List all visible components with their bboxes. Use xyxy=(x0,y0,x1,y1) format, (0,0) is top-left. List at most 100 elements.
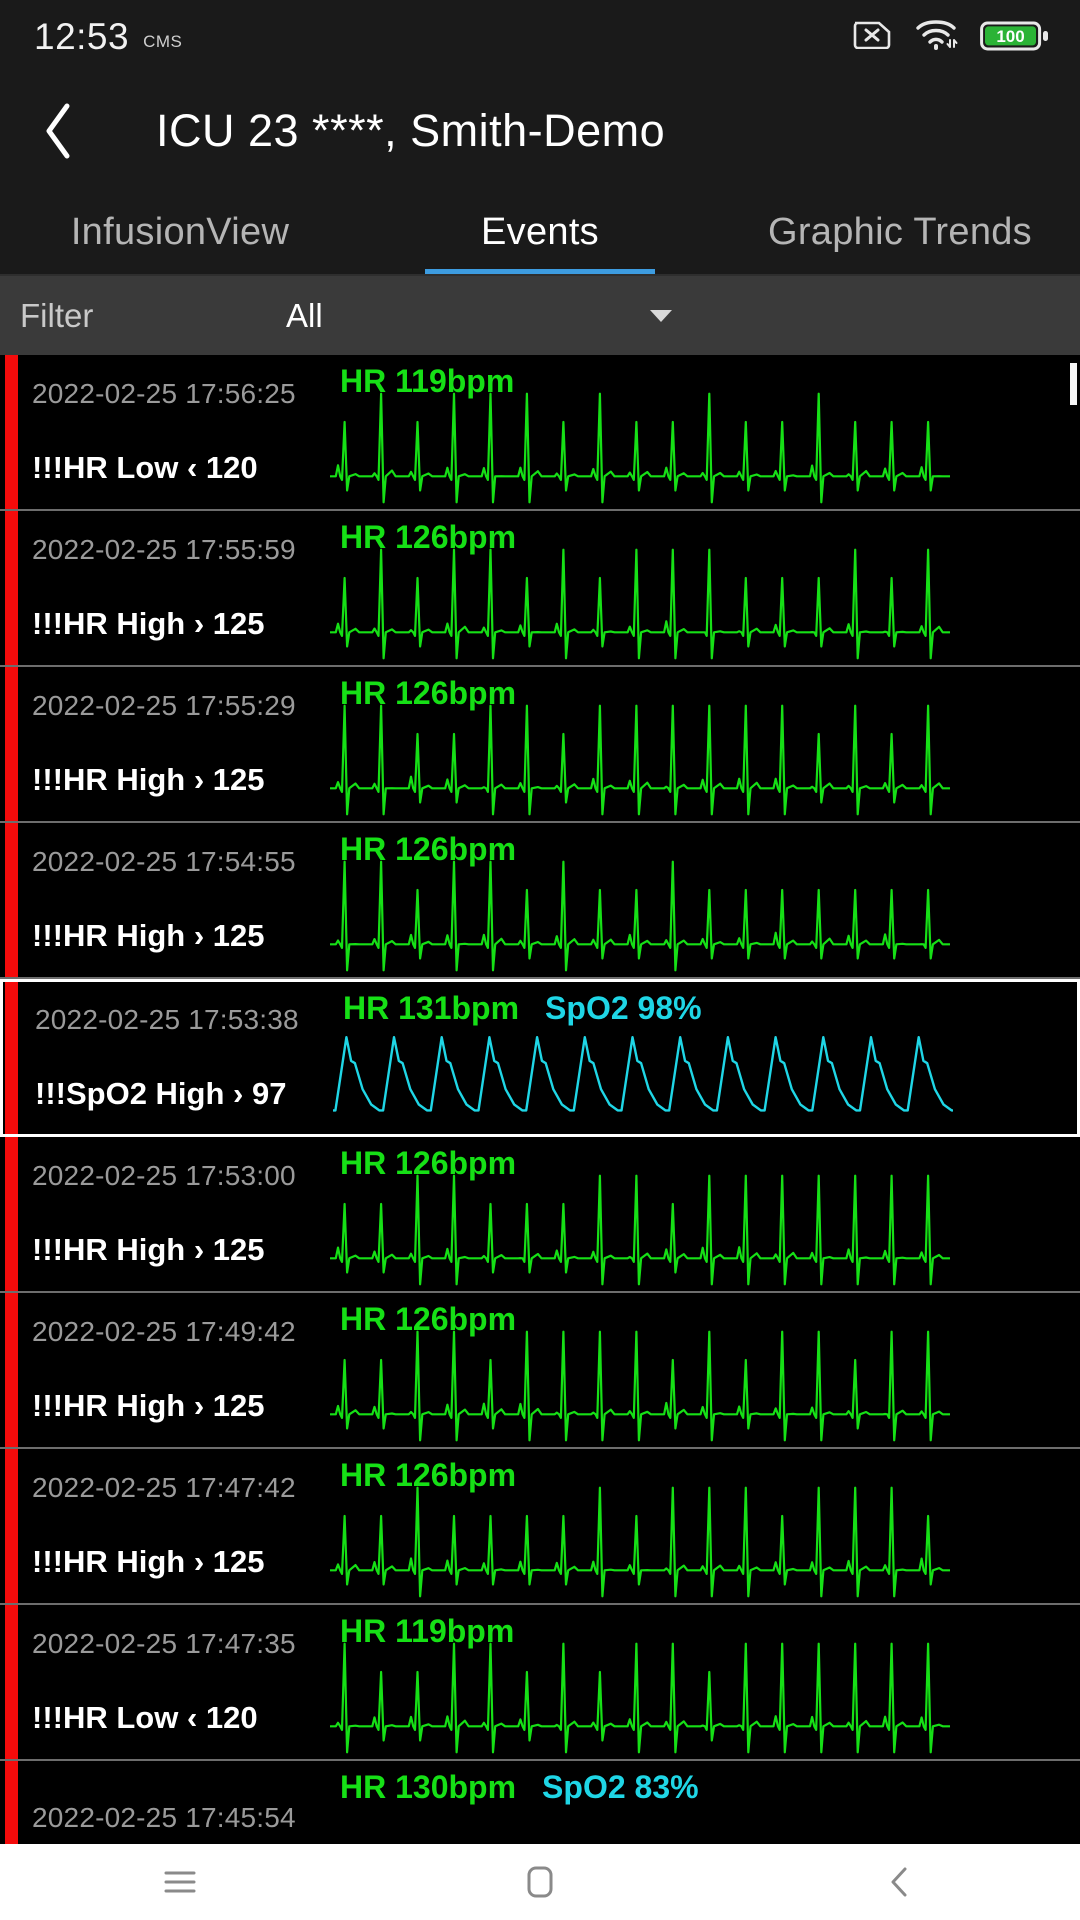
event-alarm-text: !!!HR High › 125 xyxy=(32,762,265,797)
event-row[interactable]: 2022-02-25 17:54:55 !!!HR High › 125 HR 12… xyxy=(0,823,1080,979)
event-row-waveform-area: HR 126bpm xyxy=(330,667,1080,821)
event-vitals: HR 126bpm xyxy=(340,1457,516,1494)
event-row-waveform-area: HR 119bpm xyxy=(330,355,1080,509)
filter-dropdown[interactable]: All xyxy=(260,276,1080,355)
ecg-waveform xyxy=(330,1639,950,1757)
home-button[interactable] xyxy=(360,1858,720,1906)
ecg-waveform xyxy=(330,389,950,507)
event-row[interactable]: 2022-02-25 17:49:42 !!!HR High › 125 HR 12… xyxy=(0,1293,1080,1449)
event-alarm-text: !!!HR Low ‹ 120 xyxy=(32,450,258,485)
event-alarm-text: !!!HR High › 125 xyxy=(32,1544,265,1579)
tab-bar: InfusionView Events Graphic Trends xyxy=(0,190,1080,276)
ecg-waveform xyxy=(330,857,950,975)
event-alarm-text: !!!HR High › 125 xyxy=(32,918,265,953)
event-row-info: 2022-02-25 17:47:42 !!!HR High › 125 xyxy=(0,1449,330,1603)
event-timestamp: 2022-02-25 17:45:54 xyxy=(32,1802,296,1833)
event-row-waveform-area: HR 126bpm xyxy=(330,1137,1080,1291)
events-list[interactable]: 2022-02-25 17:56:25 !!!HR Low ‹ 120 HR 119… xyxy=(0,355,1080,1846)
recents-button[interactable] xyxy=(0,1860,360,1904)
event-row[interactable]: 2022-02-25 17:55:29 !!!HR High › 125 HR 12… xyxy=(0,667,1080,823)
tab-graphic-trends-label: Graphic Trends xyxy=(768,210,1032,253)
ecg-waveform xyxy=(330,1171,950,1289)
vital-hr-value: HR 126bpm xyxy=(340,831,517,867)
event-row[interactable]: 2022-02-25 17:47:42 !!!HR High › 125 HR 12… xyxy=(0,1449,1080,1605)
wifi-icon xyxy=(914,17,958,56)
event-timestamp: 2022-02-25 17:53:00 xyxy=(32,1160,296,1191)
event-vitals: HR 126bpm xyxy=(340,1145,516,1182)
tab-events[interactable]: Events xyxy=(360,190,720,274)
event-alarm-text: !!!HR Low ‹ 120 xyxy=(32,1700,258,1735)
back-icon xyxy=(891,1867,907,1897)
event-timestamp: 2022-02-25 17:55:59 xyxy=(32,534,296,565)
event-row[interactable]: 2022-02-25 17:53:00 !!!HR High › 125 HR 12… xyxy=(0,1137,1080,1293)
event-row-info: 2022-02-25 17:53:00 !!!HR High › 125 xyxy=(0,1137,330,1291)
tab-events-label: Events xyxy=(481,210,599,253)
event-row-waveform-area: HR 126bpm xyxy=(330,511,1080,665)
event-alarm-text: !!!HR High › 125 xyxy=(32,1232,265,1267)
event-vitals: HR 126bpm xyxy=(340,675,516,712)
ecg-waveform xyxy=(330,1327,950,1445)
event-row[interactable]: 2022-02-25 17:47:35 !!!HR Low ‹ 120 HR 119… xyxy=(0,1605,1080,1761)
event-timestamp: 2022-02-25 17:47:35 xyxy=(32,1628,296,1659)
event-row-info: 2022-02-25 17:55:29 !!!HR High › 125 xyxy=(0,667,330,821)
system-navigation-bar xyxy=(0,1844,1080,1920)
event-vitals: HR 130bpm SpO2 83% xyxy=(340,1769,699,1806)
event-row[interactable]: 2022-02-25 17:56:25 !!!HR Low ‹ 120 HR 119… xyxy=(0,355,1080,511)
tab-graphic-trends[interactable]: Graphic Trends xyxy=(720,190,1080,274)
tab-infusionview[interactable]: InfusionView xyxy=(0,190,360,274)
back-nav-button[interactable] xyxy=(720,1858,1080,1906)
vital-hr-value: HR 126bpm xyxy=(340,519,517,555)
vital-spo2-value: SpO2 83% xyxy=(542,1769,699,1805)
event-timestamp: 2022-02-25 17:55:29 xyxy=(32,690,296,721)
event-timestamp: 2022-02-25 17:54:55 xyxy=(32,846,296,877)
event-timestamp: 2022-02-25 17:53:38 xyxy=(35,1004,299,1035)
event-row-info: 2022-02-25 17:55:59 !!!HR High › 125 xyxy=(0,511,330,665)
event-vitals: HR 126bpm xyxy=(340,831,516,868)
event-row[interactable]: 2022-02-25 17:45:54 HR 130bpm SpO2 83% xyxy=(0,1761,1080,1846)
event-vitals: HR 119bpm xyxy=(340,363,514,400)
event-vitals: HR 131bpm SpO2 98% xyxy=(343,990,702,1027)
event-row-info: 2022-02-25 17:45:54 xyxy=(0,1761,330,1846)
title-bar: ICU 23 ****, Smith-Demo xyxy=(0,72,1080,190)
scrollbar-thumb[interactable] xyxy=(1070,363,1077,405)
back-button[interactable] xyxy=(0,72,118,190)
event-vitals: HR 126bpm xyxy=(340,519,516,556)
event-alarm-text: !!!HR High › 125 xyxy=(32,1388,265,1423)
filter-label: Filter xyxy=(20,296,94,334)
status-clock: 12:53 xyxy=(34,15,130,57)
sim-card-off-icon xyxy=(852,19,892,54)
event-row-waveform-area: HR 130bpm SpO2 83% xyxy=(330,1761,1080,1846)
event-row-waveform-area: HR 131bpm SpO2 98% xyxy=(333,982,1077,1134)
tab-infusionview-label: InfusionView xyxy=(70,210,290,253)
event-alarm-text: !!!HR High › 125 xyxy=(32,606,265,641)
vital-spo2-value: SpO2 98% xyxy=(545,990,702,1026)
event-row-waveform-area: HR 126bpm xyxy=(330,1293,1080,1447)
filter-selected-value: All xyxy=(286,296,323,334)
status-carrier-label: CMS xyxy=(143,31,183,51)
app-screen: 12:53 CMS 100 ICU 23 ****, Smith-Demo In… xyxy=(0,0,1080,1920)
page-title: ICU 23 ****, Smith-Demo xyxy=(156,105,666,156)
status-bar: 12:53 CMS 100 xyxy=(0,0,1080,72)
event-row-waveform-area: HR 126bpm xyxy=(330,823,1080,977)
ecg-waveform xyxy=(330,1483,950,1601)
event-row-info: 2022-02-25 17:53:38 !!!SpO2 High › 97 xyxy=(3,982,333,1134)
battery-level-text: 100 xyxy=(996,27,1024,46)
event-timestamp: 2022-02-25 17:47:42 xyxy=(32,1472,296,1503)
event-row-waveform-area: HR 126bpm xyxy=(330,1449,1080,1603)
event-vitals: HR 126bpm xyxy=(340,1301,516,1338)
vital-hr-value: HR 126bpm xyxy=(340,1145,517,1181)
event-row[interactable]: 2022-02-25 17:55:59 !!!HR High › 125 HR 12… xyxy=(0,511,1080,667)
home-icon xyxy=(527,1866,553,1898)
vital-hr-value: HR 119bpm xyxy=(340,1613,515,1649)
event-row[interactable]: 2022-02-25 17:53:38 !!!SpO2 High › 97 HR 1… xyxy=(0,979,1080,1137)
chevron-down-icon xyxy=(650,309,672,322)
event-row-info: 2022-02-25 17:54:55 !!!HR High › 125 xyxy=(0,823,330,977)
event-timestamp: 2022-02-25 17:49:42 xyxy=(32,1316,296,1347)
chevron-left-icon xyxy=(46,103,70,159)
event-row-info: 2022-02-25 17:56:25 !!!HR Low ‹ 120 xyxy=(0,355,330,509)
vital-hr-value: HR 126bpm xyxy=(340,1457,517,1493)
vital-hr-value: HR 130bpm xyxy=(340,1769,517,1805)
filter-bar: Filter All xyxy=(0,276,1080,355)
battery-full-icon: 100 xyxy=(980,19,1050,53)
event-row-info: 2022-02-25 17:49:42 !!!HR High › 125 xyxy=(0,1293,330,1447)
